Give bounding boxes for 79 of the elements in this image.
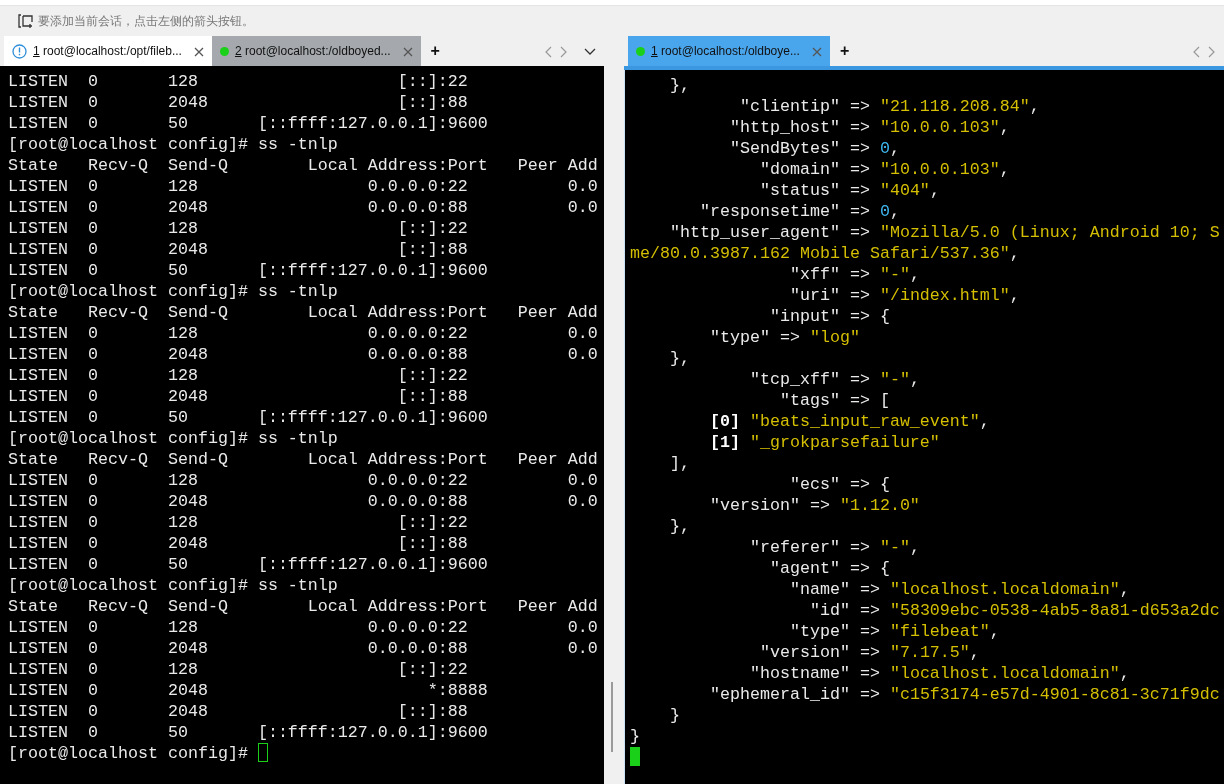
terminal-line: [root@localhost config]# ss -tnlp <box>8 134 339 155</box>
terminal-line: LISTEN 0 2048 [::]:88 <box>8 239 469 260</box>
terminal-line: ], <box>668 453 691 474</box>
terminal-line: LISTEN 0 128 0.0.0.0:22 0.0 <box>8 470 599 491</box>
terminal-line: LISTEN 0 50 [::ffff:127.0.0.1]:9600 <box>8 554 489 575</box>
session-tab[interactable]: 2 root@localhost:/oldboyed... <box>211 36 421 66</box>
terminal-line: "clientip" => "21.118.208.84", <box>738 96 1041 117</box>
scrollbar-thumb[interactable] <box>611 682 613 752</box>
terminal-line: State Recv-Q Send-Q Local Address:Port Peer Add <box>8 596 599 617</box>
terminal-line: LISTEN 0 50 [::ffff:127.0.0.1]:9600 <box>8 722 489 743</box>
terminal-line: [root@localhost config]# ss -tnlp <box>8 428 339 449</box>
terminal-line: LISTEN 0 2048 0.0.0.0:88 0.0 <box>8 344 599 365</box>
terminal-line: State Recv-Q Send-Q Local Address:Port Peer Add <box>8 302 599 323</box>
tab-title: 1 root@localhost:/opt/fileb... <box>33 43 182 60</box>
terminal-line: "tcp_xff" => "-", <box>748 369 921 390</box>
terminal-line: LISTEN 0 128 [::]:22 <box>8 512 469 533</box>
new-tab-button[interactable]: + <box>420 39 450 63</box>
terminal-line: LISTEN 0 128 [::]:22 <box>8 659 469 680</box>
terminal-line: "type" => "filebeat", <box>788 621 1001 642</box>
terminal-line: LISTEN 0 2048 *:8888 <box>8 680 489 701</box>
terminal-line: LISTEN 0 2048 0.0.0.0:88 0.0 <box>8 638 599 659</box>
terminal-line: LISTEN 0 128 [::]:22 <box>8 365 469 386</box>
terminal-line: "tags" => [ <box>778 390 891 411</box>
terminal-line: "ecs" => { <box>788 474 891 495</box>
terminal-line: me/80.0.3987.162 Mobile Safari/537.36", <box>630 243 1021 264</box>
terminal-line: "type" => "log" <box>708 327 861 348</box>
terminal-line: "input" => { <box>768 306 891 327</box>
terminal-line: LISTEN 0 128 [::]:22 <box>8 218 469 239</box>
terminal-line: "version" => "7.17.5", <box>758 642 981 663</box>
terminal-line: [root@localhost config]# <box>8 743 249 764</box>
terminal-line: "http_user_agent" => "Mozilla/5.0 (Linux; Android 10; S <box>668 222 1221 243</box>
terminal-line: "http_host" => "10.0.0.103", <box>728 117 1011 138</box>
terminal-line: "uri" => "/index.html", <box>788 285 1021 306</box>
terminal-line: "status" => "404", <box>758 180 941 201</box>
session-tab[interactable]: 1 root@localhost:/opt/fileb... <box>4 36 212 66</box>
terminal-line: } <box>630 726 641 747</box>
terminal-line: "ephemeral_id" => "c15f3174-e57d-4901-8c81-3c71f9dc <box>708 684 1221 705</box>
terminal-line: "xff" => "-", <box>788 264 921 285</box>
tab-title: 1 root@localhost:/oldboye... <box>651 43 800 60</box>
terminal-line: }, <box>668 75 691 96</box>
add-session-icon[interactable] <box>18 13 34 29</box>
terminal-line: "name" => "localhost.localdomain", <box>788 579 1131 600</box>
new-tab-button[interactable]: + <box>829 39 860 63</box>
hint-text: 要添加当前会话，点击左侧的箭头按钮。 <box>38 13 254 30</box>
terminal-line: "responsetime" => 0, <box>698 201 901 222</box>
terminal-line: "agent" => { <box>768 558 891 579</box>
terminal-line: LISTEN 0 2048 [::]:88 <box>8 92 469 113</box>
terminal-line: LISTEN 0 2048 [::]:88 <box>8 386 469 407</box>
terminal-line: LISTEN 0 2048 0.0.0.0:88 0.0 <box>8 197 599 218</box>
terminal-line: LISTEN 0 128 0.0.0.0:22 0.0 <box>8 176 599 197</box>
terminal-line: "SendBytes" => 0, <box>728 138 901 159</box>
terminal-line: "referer" => "-", <box>748 537 921 558</box>
session-tab[interactable]: 1 root@localhost:/oldboye... <box>628 36 830 66</box>
terminal-line: [root@localhost config]# ss -tnlp <box>8 575 339 596</box>
terminal-line: State Recv-Q Send-Q Local Address:Port Peer Add <box>8 449 599 470</box>
terminal-line: LISTEN 0 50 [::ffff:127.0.0.1]:9600 <box>8 407 489 428</box>
tab-title: 2 root@localhost:/oldboyed... <box>234 43 391 60</box>
info-icon <box>12 43 27 59</box>
terminal-line: } <box>668 705 681 726</box>
terminal-line: LISTEN 0 2048 [::]:88 <box>8 701 469 722</box>
terminal-line: LISTEN 0 50 [::ffff:127.0.0.1]:9600 <box>8 260 489 281</box>
terminal-line: LISTEN 0 128 0.0.0.0:22 0.0 <box>8 323 599 344</box>
terminal-line: State Recv-Q Send-Q Local Address:Port Peer Add <box>8 155 599 176</box>
terminal-line: LISTEN 0 2048 0.0.0.0:88 0.0 <box>8 491 599 512</box>
terminal-line: "version" => "1.12.0" <box>708 495 921 516</box>
terminal-line: [1] "_grokparsefailure" <box>708 432 941 453</box>
terminal-line: }, <box>668 348 691 369</box>
terminal-line: LISTEN 0 128 0.0.0.0:22 0.0 <box>8 617 599 638</box>
terminal-line: LISTEN 0 50 [::ffff:127.0.0.1]:9600 <box>8 113 489 134</box>
terminal-line: "domain" => "10.0.0.103", <box>758 159 1011 180</box>
status-dot <box>636 46 645 56</box>
terminal-line: LISTEN 0 128 [::]:22 <box>8 71 469 92</box>
terminal-line: LISTEN 0 2048 [::]:88 <box>8 533 469 554</box>
status-dot <box>219 46 229 56</box>
terminal-line: "id" => "58309ebc-0538-4ab5-8a81-d653a2dc <box>808 600 1221 621</box>
terminal-line: }, <box>668 516 691 537</box>
terminal-line: "hostname" => "localhost.localdomain", <box>748 663 1131 684</box>
terminal-line: [root@localhost config]# ss -tnlp <box>8 281 339 302</box>
terminal-line: [0] "beats_input_raw_event", <box>708 411 991 432</box>
